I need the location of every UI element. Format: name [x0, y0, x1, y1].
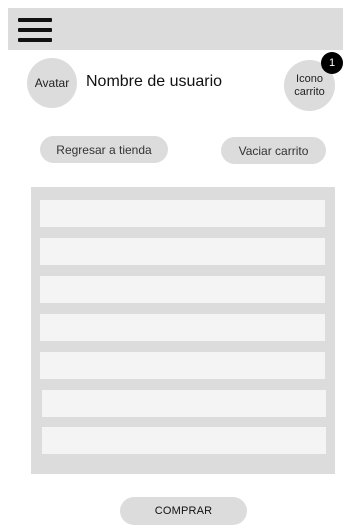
- cart-item-row[interactable]: [42, 390, 326, 417]
- cart-item-row[interactable]: [40, 352, 325, 379]
- cart-item-row[interactable]: [40, 314, 325, 341]
- empty-cart-label: Vaciar carrito: [238, 143, 309, 158]
- cart-icon-label: Icono carrito: [294, 72, 325, 98]
- empty-cart-button[interactable]: Vaciar carrito: [221, 137, 326, 164]
- cart-count-badge: 1: [321, 52, 343, 74]
- cart-item-row[interactable]: [42, 427, 326, 454]
- cart-items-list: [31, 187, 335, 474]
- avatar[interactable]: Avatar: [27, 58, 77, 108]
- hamburger-menu-icon[interactable]: [18, 18, 52, 42]
- back-to-store-label: Regresar a tienda: [56, 142, 152, 157]
- buy-button[interactable]: COMPRAR: [120, 497, 247, 525]
- top-bar: [8, 8, 343, 50]
- hamburger-line: [18, 28, 52, 32]
- avatar-label: Avatar: [34, 76, 70, 90]
- back-to-store-button[interactable]: Regresar a tienda: [40, 136, 168, 163]
- buy-label: COMPRAR: [154, 505, 213, 517]
- cart-item-row[interactable]: [40, 276, 325, 303]
- cart-item-row[interactable]: [40, 238, 325, 265]
- hamburger-line: [18, 38, 52, 42]
- cart-item-row[interactable]: [40, 200, 325, 227]
- hamburger-line: [18, 18, 52, 22]
- cart-count: 1: [328, 57, 336, 69]
- username-text: Nombre de usuario: [86, 73, 223, 90]
